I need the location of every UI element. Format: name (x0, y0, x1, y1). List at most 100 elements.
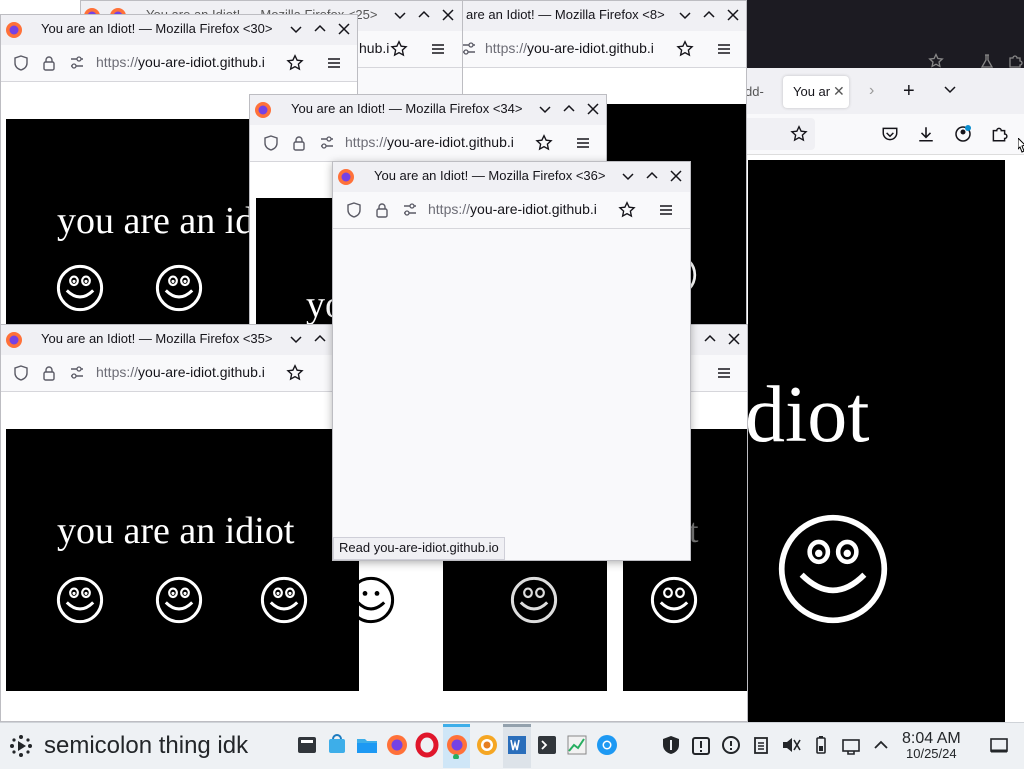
smiley-icon (510, 576, 558, 624)
flask-icon[interactable] (979, 53, 995, 69)
url-domain: you-are-idiot.github.i (138, 364, 265, 380)
firefox-window-36: You are an Idiot! — Mozilla Firefox <36>… (332, 161, 691, 561)
file-manager-task-icon[interactable] (354, 731, 380, 759)
shield-icon[interactable] (12, 364, 30, 382)
terminal-dark-task-icon[interactable] (294, 731, 320, 759)
smiley-icon (778, 514, 888, 624)
extensions-puzzle-icon[interactable] (990, 125, 1008, 143)
terminal-task-icon[interactable] (534, 731, 560, 759)
minimize-chevron-icon[interactable] (287, 330, 305, 348)
clipboard-tray-icon[interactable] (750, 734, 772, 756)
task-title[interactable]: semicolon thing idk (44, 732, 248, 760)
close-icon[interactable] (724, 6, 742, 24)
url-text[interactable]: https://you-are-idiot.github.i (485, 40, 654, 56)
app-launcher-icon[interactable] (6, 731, 36, 761)
volume-muted-icon[interactable] (780, 734, 802, 756)
menu-hamburger-icon[interactable] (429, 40, 447, 58)
tab-close-icon[interactable]: ✕ (833, 83, 845, 100)
bookmark-star-icon[interactable] (928, 52, 944, 69)
account-icon[interactable] (953, 124, 973, 144)
maximize-chevron-icon[interactable] (311, 20, 329, 38)
permissions-icon[interactable] (401, 201, 419, 219)
permissions-icon[interactable] (68, 54, 86, 72)
minimize-chevron-icon[interactable] (619, 167, 637, 185)
close-icon[interactable] (335, 20, 353, 38)
url-protocol: https:// (96, 364, 139, 380)
maximize-chevron-icon[interactable] (700, 6, 718, 24)
downloads-icon[interactable] (917, 125, 935, 143)
minimize-chevron-icon[interactable] (287, 20, 305, 38)
status-bar: Read you-are-idiot.github.io (333, 537, 505, 560)
notification-alert-icon[interactable] (690, 734, 712, 756)
chromium-task-icon[interactable] (594, 731, 620, 759)
shield-icon[interactable] (12, 54, 30, 72)
writer-task-icon[interactable] (504, 731, 530, 759)
menu-hamburger-icon[interactable] (325, 54, 343, 72)
menu-hamburger-icon[interactable] (574, 134, 592, 152)
bookmark-star-icon[interactable] (535, 134, 553, 152)
lock-icon[interactable] (373, 201, 391, 219)
new-tab-icon[interactable]: + (903, 80, 915, 103)
url-text[interactable]: https://you-are-idiot.github.i (96, 364, 265, 380)
pocket-icon[interactable] (881, 125, 899, 143)
close-icon[interactable] (667, 167, 685, 185)
battery-icon[interactable] (810, 734, 832, 756)
titlebar: You are an Idiot! — Mozilla Firefox <36> (333, 162, 690, 192)
store-task-icon[interactable] (324, 731, 350, 759)
url-domain: you-are-idiot.github.i (470, 201, 597, 217)
bookmark-star-icon[interactable] (390, 40, 408, 58)
shield-icon[interactable] (345, 201, 363, 219)
tray-expand-chevron-icon[interactable] (870, 734, 892, 756)
system-monitor-task-icon[interactable] (564, 731, 590, 759)
maximize-chevron-icon[interactable] (701, 330, 719, 348)
minimize-chevron-icon[interactable] (676, 6, 694, 24)
smiley-icon (155, 576, 203, 624)
close-icon[interactable] (725, 330, 743, 348)
firefox-active-task-icon[interactable] (444, 731, 470, 760)
show-desktop-icon[interactable] (988, 734, 1010, 756)
minimize-chevron-icon[interactable] (391, 6, 409, 24)
firefox-icon (6, 22, 22, 38)
close-icon[interactable] (584, 100, 602, 118)
maximize-chevron-icon[interactable] (415, 6, 433, 24)
idiot-text: diot (748, 371, 870, 459)
url-text[interactable]: https://you-are-idiot.github.i (96, 54, 265, 70)
lock-icon[interactable] (40, 54, 58, 72)
titlebar: are an Idiot! — Mozilla Firefox <8> (456, 1, 746, 31)
update-tray-icon[interactable] (720, 734, 742, 756)
maximize-chevron-icon[interactable] (643, 167, 661, 185)
opera-task-icon[interactable] (414, 731, 440, 759)
large-firefox-window: dd- You ar ✕ › + diot (745, 0, 1024, 722)
lock-icon[interactable] (290, 134, 308, 152)
permissions-icon[interactable] (318, 134, 336, 152)
network-tray-icon[interactable] (840, 734, 862, 756)
browser-orange-task-icon[interactable] (474, 731, 500, 759)
maximize-chevron-icon[interactable] (560, 100, 578, 118)
firefox-task-icon[interactable] (384, 731, 410, 759)
shield-tray-icon[interactable] (660, 734, 682, 756)
bookmark-star-icon[interactable] (286, 364, 304, 382)
smiley-icon (650, 576, 698, 624)
bookmark-star-icon[interactable] (286, 54, 304, 72)
maximize-chevron-icon[interactable] (311, 330, 329, 348)
url-text[interactable]: https://you-are-idiot.github.i (345, 134, 514, 150)
url-text[interactable]: https://you-are-idiot.github.i (428, 201, 597, 217)
tab-active[interactable]: You ar ✕ (783, 76, 849, 108)
shield-icon[interactable] (262, 134, 280, 152)
lock-icon[interactable] (40, 364, 58, 382)
tab-partial[interactable]: dd- (745, 78, 781, 106)
tab-list-chevron-icon[interactable] (943, 82, 957, 96)
close-icon[interactable] (439, 6, 457, 24)
url-text[interactable]: hub.i (359, 40, 389, 56)
extension-icon[interactable] (1007, 53, 1023, 69)
tab-scroll-right-icon[interactable]: › (869, 82, 874, 100)
bookmark-star-icon[interactable] (618, 201, 636, 219)
bookmark-star-icon[interactable] (676, 40, 694, 58)
minimize-chevron-icon[interactable] (536, 100, 554, 118)
clock-date[interactable]: 10/25/24 (906, 746, 957, 761)
menu-hamburger-icon[interactable] (657, 201, 675, 219)
bookmark-star-icon[interactable] (790, 125, 808, 143)
menu-hamburger-icon[interactable] (715, 364, 733, 382)
menu-hamburger-icon[interactable] (715, 40, 733, 58)
permissions-icon[interactable] (68, 364, 86, 382)
